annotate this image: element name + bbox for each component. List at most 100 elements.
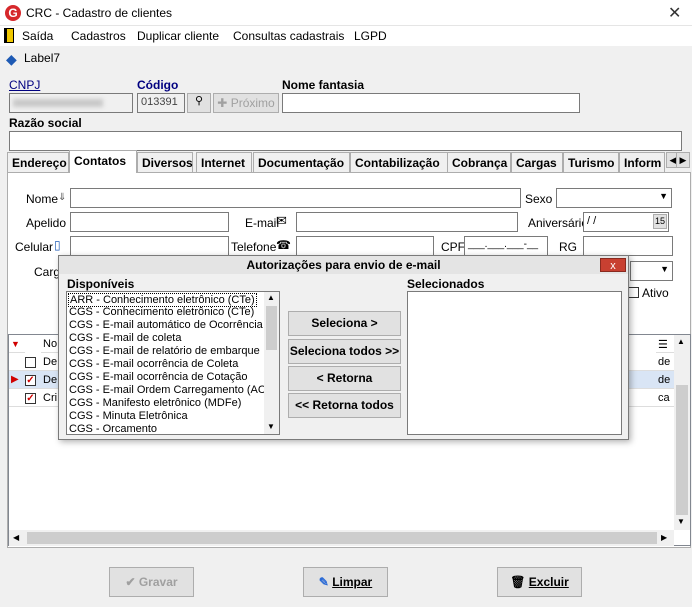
calendar-button[interactable]: 15 xyxy=(653,214,667,229)
rg-field[interactable] xyxy=(583,236,673,256)
row-right-cell: ca xyxy=(658,392,670,404)
proximo-button[interactable]: ✚ Próximo xyxy=(213,93,279,113)
gravar-button[interactable]: ✔ Gravar xyxy=(109,567,194,597)
grid-menu-icon[interactable]: ☰ xyxy=(656,335,674,353)
sexo-select[interactable]: ▼ xyxy=(556,188,672,208)
cpf-field[interactable]: ___.___.___-__ xyxy=(464,236,548,256)
scroll-down-icon[interactable]: ▼ xyxy=(267,422,275,431)
binoculars-icon: ⚲ xyxy=(194,95,204,107)
nome-field[interactable] xyxy=(70,188,521,208)
ativo-checkbox[interactable] xyxy=(628,287,639,298)
cnpj-link[interactable]: CNPJ xyxy=(9,78,40,92)
tab-contabilizacao[interactable]: Contabilização xyxy=(350,152,448,172)
email-label: E-mail xyxy=(245,216,280,230)
tab-bar: Endereço Contatos Diversos Internet Docu… xyxy=(7,150,691,173)
window-close-button[interactable]: ✕ xyxy=(668,3,681,23)
app-logo-icon: G xyxy=(5,5,21,21)
tab-internet[interactable]: Internet xyxy=(196,152,252,172)
cellphone-icon: ▯ xyxy=(54,238,61,252)
list-item[interactable]: ARR - Conhecimento eletrônico (CTe) xyxy=(68,293,257,307)
ativo-label: Ativo xyxy=(642,286,669,300)
nome-label: Nome xyxy=(26,192,59,206)
tab-endereco[interactable]: Endereço xyxy=(7,152,69,172)
scroll-right-icon[interactable]: ▶ xyxy=(661,533,667,542)
limpar-button[interactable]: ✎ Limpar xyxy=(303,567,388,597)
row-checkbox[interactable]: ✓ xyxy=(25,375,36,386)
tab-contatos[interactable]: Contatos xyxy=(69,150,137,173)
trash-icon: 🗑 xyxy=(510,575,529,589)
list-item[interactable]: CGS - Orcamento xyxy=(69,423,157,434)
seleciona-todos-button[interactable]: Seleciona todos >> xyxy=(288,339,401,364)
binoculars-search-button[interactable]: ⚲ xyxy=(187,93,211,113)
menu-lgpd[interactable]: LGPD xyxy=(354,29,387,43)
sort-down-icon: ⇓ xyxy=(58,192,67,203)
chevron-down-icon: ▼ xyxy=(659,191,668,201)
list-item[interactable]: CGS - Conhecimento eletrônico (CTe) xyxy=(69,306,254,318)
selecionados-listbox[interactable] xyxy=(407,291,622,435)
email-field[interactable] xyxy=(296,212,518,232)
diamond-icon: ◆ xyxy=(6,51,17,67)
codigo-field[interactable]: 013391 xyxy=(137,93,185,113)
cargo-label: Carg xyxy=(34,265,61,279)
nome-fantasia-label: Nome fantasia xyxy=(282,78,365,92)
row-checkbox[interactable]: ✓ xyxy=(25,393,36,404)
list-item[interactable]: CGS - E-mail ocorrência de Cotação xyxy=(69,371,248,383)
scroll-left-icon[interactable]: ◀ xyxy=(13,533,19,542)
tab-diversos[interactable]: Diversos xyxy=(137,152,193,172)
tab-documentacao[interactable]: Documentação xyxy=(253,152,350,172)
email-authorization-dialog: Autorizações para envio de e-mail x Disp… xyxy=(58,255,629,440)
apelido-label: Apelido xyxy=(26,216,67,230)
celular-label: Celular xyxy=(15,240,54,254)
aniversario-label: Aniversário xyxy=(528,216,589,230)
menu-saida[interactable]: Saída xyxy=(22,29,53,43)
row-checkbox[interactable] xyxy=(25,357,36,368)
chevron-down-icon: ▼ xyxy=(660,264,669,274)
cargo-select[interactable]: ▼ xyxy=(630,261,673,281)
menu-duplicar-cliente[interactable]: Duplicar cliente xyxy=(137,29,219,43)
disponiveis-listbox[interactable]: ARR - Conhecimento eletrônico (CTe) CGS … xyxy=(66,291,280,435)
dialog-close-button[interactable]: x xyxy=(600,258,626,272)
telefone-label: Telefone xyxy=(231,240,277,254)
exit-door-icon xyxy=(4,28,14,43)
list-item[interactable]: CGS - E-mail ocorrência de Coleta xyxy=(69,358,238,370)
retorna-button[interactable]: < Retorna xyxy=(288,366,401,391)
list-item[interactable]: CGS - E-mail automático de Ocorrência xyxy=(69,319,263,331)
celular-field[interactable] xyxy=(70,236,229,256)
menu-consultas-cadastrais[interactable]: Consultas cadastrais xyxy=(233,29,344,43)
sexo-label: Sexo xyxy=(525,192,553,206)
disponiveis-label: Disponíveis xyxy=(67,277,135,291)
grid-hscroll-thumb[interactable] xyxy=(27,532,657,544)
scroll-up-icon[interactable]: ▲ xyxy=(677,337,685,346)
checkmark-icon: ✔ xyxy=(125,575,139,589)
tab-scroll-right-button[interactable]: ▶ xyxy=(676,152,690,168)
menu-cadastros[interactable]: Cadastros xyxy=(71,29,126,43)
tab-cobranca[interactable]: Cobrança xyxy=(447,152,511,172)
plus-icon: ✚ xyxy=(217,96,231,110)
seleciona-button[interactable]: Seleciona > xyxy=(288,311,401,336)
list-item[interactable]: CGS - E-mail de relatório de embarque xyxy=(69,345,260,357)
list-item[interactable]: CGS - Minuta Eletrônica xyxy=(69,410,188,422)
cnpj-field[interactable] xyxy=(9,93,133,113)
list-item[interactable]: CGS - E-mail Ordem Carregamento (ACT) xyxy=(69,384,276,396)
grid-vscroll-thumb[interactable] xyxy=(676,385,688,515)
nome-fantasia-field[interactable] xyxy=(282,93,580,113)
apelido-field[interactable] xyxy=(70,212,229,232)
window-title: CRC - Cadastro de clientes xyxy=(26,6,173,20)
tab-turismo[interactable]: Turismo xyxy=(563,152,619,172)
listbox-scroll-thumb[interactable] xyxy=(266,306,277,350)
tab-cargas[interactable]: Cargas xyxy=(511,152,563,172)
selecionados-label: Selecionados xyxy=(407,277,485,291)
excluir-button[interactable]: 🗑 Excluir xyxy=(497,567,582,597)
list-item[interactable]: CGS - Manifesto eletrônico (MDFe) xyxy=(69,397,241,409)
telefone-field[interactable] xyxy=(296,236,434,256)
list-item[interactable]: CGS - E-mail de coleta xyxy=(69,332,181,344)
razao-social-field[interactable] xyxy=(9,131,682,151)
rg-label: RG xyxy=(559,240,577,254)
cpf-label: CPF xyxy=(441,240,465,254)
scroll-down-icon[interactable]: ▼ xyxy=(677,517,685,526)
dialog-title: Autorizações para envio de e-mail xyxy=(59,256,628,274)
retorna-todos-button[interactable]: << Retorna todos xyxy=(288,393,401,418)
phone-icon: ☎ xyxy=(276,238,291,252)
tab-inform[interactable]: Inform xyxy=(619,152,665,172)
scroll-up-icon[interactable]: ▲ xyxy=(267,293,275,302)
